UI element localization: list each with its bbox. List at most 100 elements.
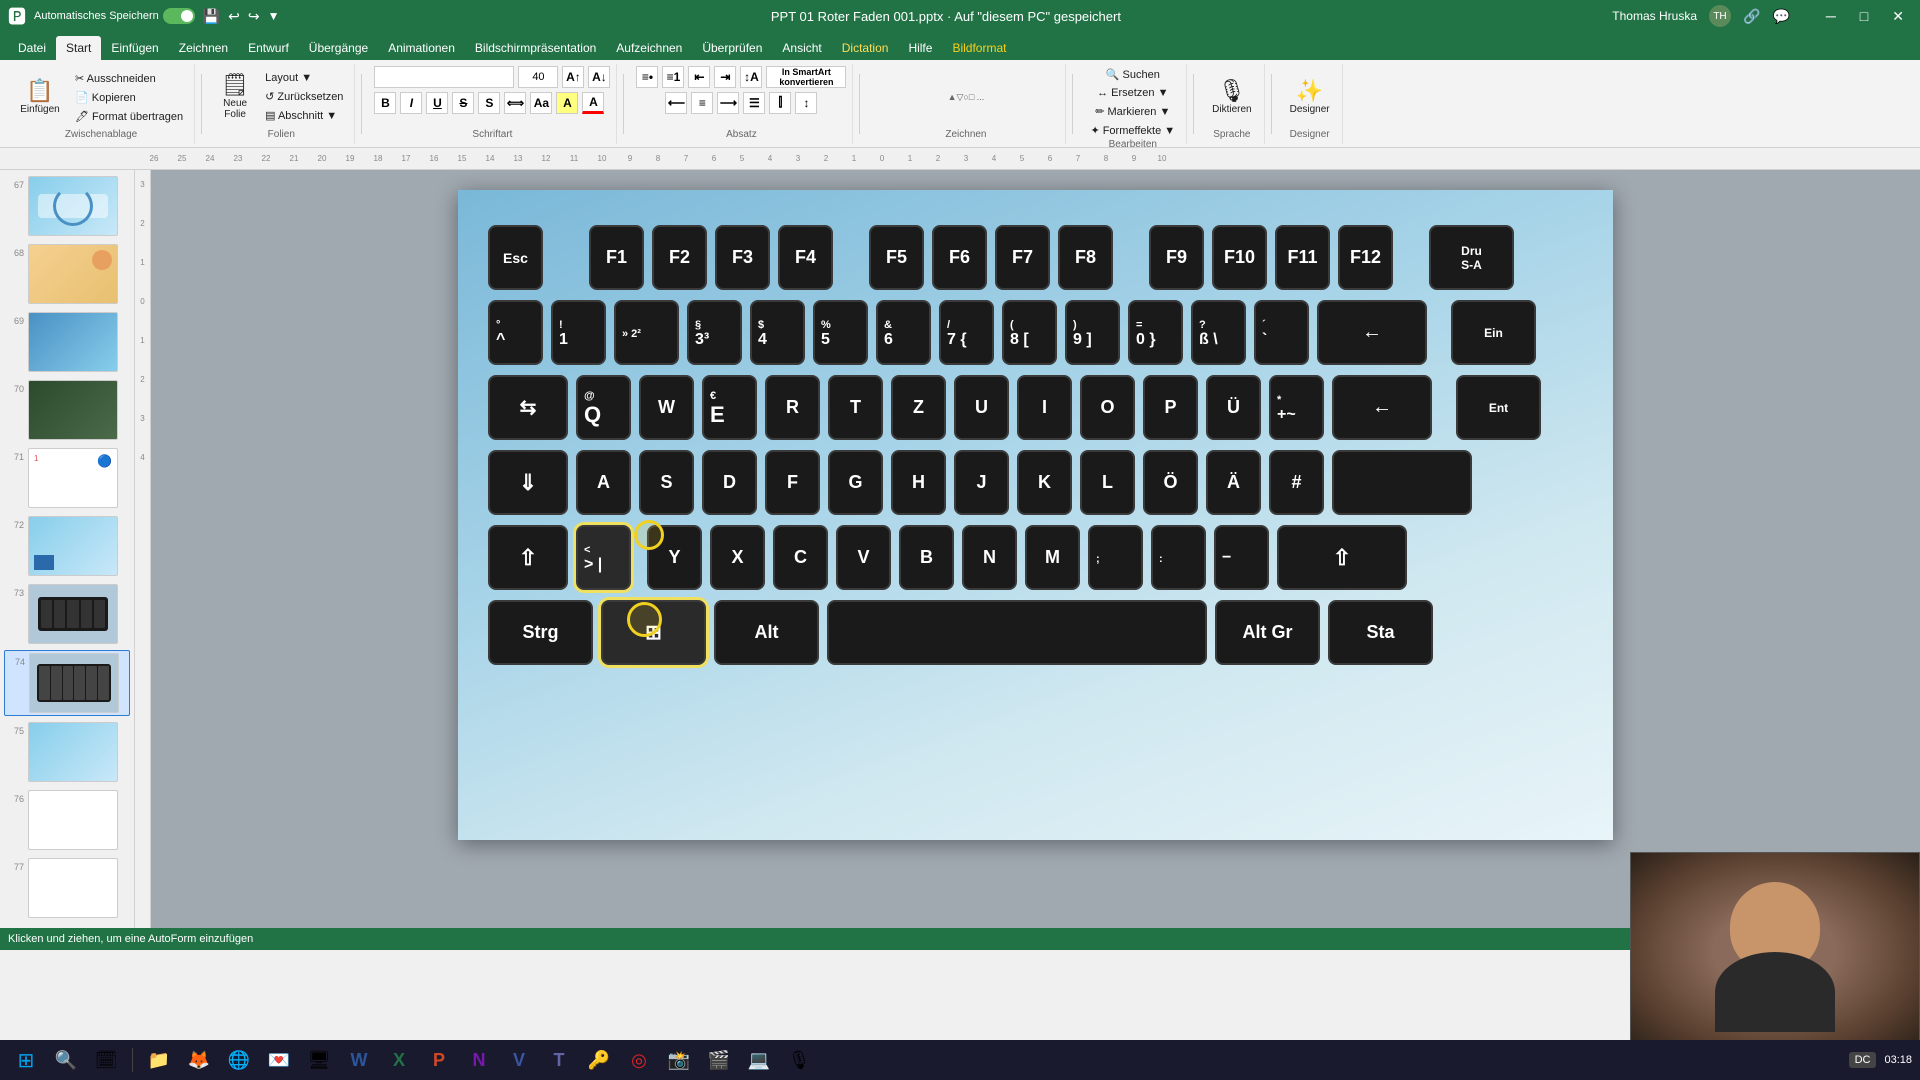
slide-thumb-73[interactable]: 73 [4,582,130,646]
btn-zurücksetzen[interactable]: ↺ Zurücksetzen [260,88,348,105]
visio-button[interactable]: V [501,1042,537,1078]
slide-thumb-77[interactable]: 77 [4,856,130,920]
indent-left-button[interactable]: ⇤ [688,66,710,88]
taskview-button[interactable]: 🗓 [88,1042,124,1078]
canvas-area[interactable]: Esc F1 F2 F3 F4 F5 F6 F7 F8 F9 F10 F11 F… [151,170,1920,928]
maximize-button[interactable]: □ [1852,6,1876,27]
underline-button[interactable]: U [426,92,448,114]
btn-designer[interactable]: ✨ Designer [1284,77,1336,118]
onenote-button[interactable]: N [461,1042,497,1078]
slide-thumb-68[interactable]: 68 [4,242,130,306]
tab-entwurf[interactable]: Entwurf [238,36,299,60]
list-num-button[interactable]: ≡1 [662,66,684,88]
slide-thumb-74[interactable]: 74 [4,650,130,716]
tab-animationen[interactable]: Animationen [378,36,465,60]
tab-übergänge[interactable]: Übergänge [299,36,378,60]
slide-thumb-67[interactable]: 67 [4,174,130,238]
minimize-button[interactable]: ─ [1818,6,1844,27]
slide-thumb-70[interactable]: 70 [4,378,130,442]
tab-einfügen[interactable]: Einfügen [101,36,168,60]
save-icon[interactable]: 💾 [203,8,220,25]
tab-zeichnen[interactable]: Zeichnen [169,36,238,60]
comments-icon[interactable]: 💬 [1772,8,1789,25]
btn-einfügen[interactable]: 📋 Einfügen [14,77,66,118]
snagit-button[interactable]: 📸 [661,1042,697,1078]
tab-aufzeichnen[interactable]: Aufzeichnen [606,36,692,60]
slide-thumb-76[interactable]: 76 [4,788,130,852]
shadow-button[interactable]: S [478,92,500,114]
tab-überprüfen[interactable]: Überprüfen [692,36,772,60]
tab-start[interactable]: Start [56,36,101,60]
share-icon[interactable]: 🔗 [1743,8,1760,25]
ppt-button[interactable]: P [421,1042,457,1078]
btn-neue-folie[interactable]: 🗒 NeueFolie [214,71,256,123]
btn-ausschneiden[interactable]: ✂ Ausschneiden [70,70,188,87]
slide-panel[interactable]: 67 68 69 70 71 [0,170,135,928]
tab-hilfe[interactable]: Hilfe [898,36,942,60]
remote-button[interactable]: 🖥 [301,1042,337,1078]
indent-right-button[interactable]: ⇥ [714,66,736,88]
justify-button[interactable]: ☰ [743,92,765,114]
redo-icon[interactable]: ↪ [248,8,260,25]
font-color-button[interactable]: A [582,92,604,114]
btn-kopieren[interactable]: 📄 Kopieren [70,89,188,106]
window-controls[interactable]: ─ □ ✕ [1818,6,1912,27]
strikethrough-button[interactable]: S [452,92,474,114]
autosave-pill[interactable] [163,8,195,24]
btn-diktieren[interactable]: 🎙 Diktieren [1206,77,1257,118]
word-button[interactable]: W [341,1042,377,1078]
btn-layout[interactable]: Layout ▼ [260,70,348,86]
italic-button[interactable]: I [400,92,422,114]
taskbar-misc-1[interactable]: 💻 [741,1042,777,1078]
tab-ansicht[interactable]: Ansicht [772,36,831,60]
highlight-button[interactable]: A [556,92,578,114]
bold-button[interactable]: B [374,92,396,114]
camtasia-button[interactable]: 🎬 [701,1042,737,1078]
mail-button[interactable]: 💌 [261,1042,297,1078]
text-direction-button[interactable]: ↕A [740,66,762,88]
align-left-button[interactable]: ⟵ [665,92,687,114]
firefox-button[interactable]: 🦊 [181,1042,217,1078]
align-right-button[interactable]: ⟶ [717,92,739,114]
tab-bildschirmpräsentation[interactable]: Bildschirmpräsentation [465,36,606,60]
close-button[interactable]: ✕ [1884,6,1912,27]
slide-thumb-69[interactable]: 69 [4,310,130,374]
convert-button[interactable]: In SmartArt konvertieren [766,66,846,88]
quick-access-icon[interactable]: ▼ [268,9,280,23]
search-taskbar-button[interactable]: 🔍 [48,1042,84,1078]
excel-button[interactable]: X [381,1042,417,1078]
slide-thumb-72[interactable]: 72 [4,514,130,578]
font-shrink-button[interactable]: A↓ [588,66,610,88]
btn-ersetzen[interactable]: ↔ Ersetzen ▼ [1092,85,1173,101]
taskbar-mic[interactable]: 🎙 [781,1042,817,1078]
align-center-button[interactable]: ≡ [691,92,713,114]
teams-button[interactable]: T [541,1042,577,1078]
font-name-input[interactable] [374,66,514,88]
autosave-toggle[interactable]: Automatisches Speichern [34,8,195,24]
font-size-input[interactable] [518,66,558,88]
btn-markieren[interactable]: ✏ Markieren ▼ [1090,103,1175,120]
tab-dictation[interactable]: Dictation [832,36,899,60]
anydesk-button[interactable]: ◎ [621,1042,657,1078]
slide-thumb-71[interactable]: 71 1 🔵 [4,446,130,510]
col-button[interactable]: ⫿ [769,92,791,114]
tab-bildformat[interactable]: Bildformat [942,36,1016,60]
line-spacing-button[interactable]: ↕ [795,92,817,114]
btn-formeffekt[interactable]: ✦ Formeffekte ▼ [1085,122,1180,139]
slide-canvas[interactable]: Esc F1 F2 F3 F4 F5 F6 F7 F8 F9 F10 F11 F… [458,190,1613,840]
btn-suchen[interactable]: 🔍 Suchen [1101,66,1165,83]
list-bullet-button[interactable]: ≡• [636,66,658,88]
undo-icon[interactable]: ↩ [228,8,240,25]
start-button[interactable]: ⊞ [8,1042,44,1078]
btn-abschnitt[interactable]: ▤ Abschnitt ▼ [260,107,348,124]
chrome-button[interactable]: 🌐 [221,1042,257,1078]
slide-thumb-75[interactable]: 75 [4,720,130,784]
keepass-button[interactable]: 🔑 [581,1042,617,1078]
case-button[interactable]: Aa [530,92,552,114]
char-spacing-button[interactable]: ⟺ [504,92,526,114]
tab-datei[interactable]: Datei [8,36,56,60]
font-grow-button[interactable]: A↑ [562,66,584,88]
taskbar-systray: DC 03:18 [1849,1052,1912,1068]
explorer-button[interactable]: 📁 [141,1042,177,1078]
btn-format[interactable]: 🖊 Format übertragen [70,108,188,125]
